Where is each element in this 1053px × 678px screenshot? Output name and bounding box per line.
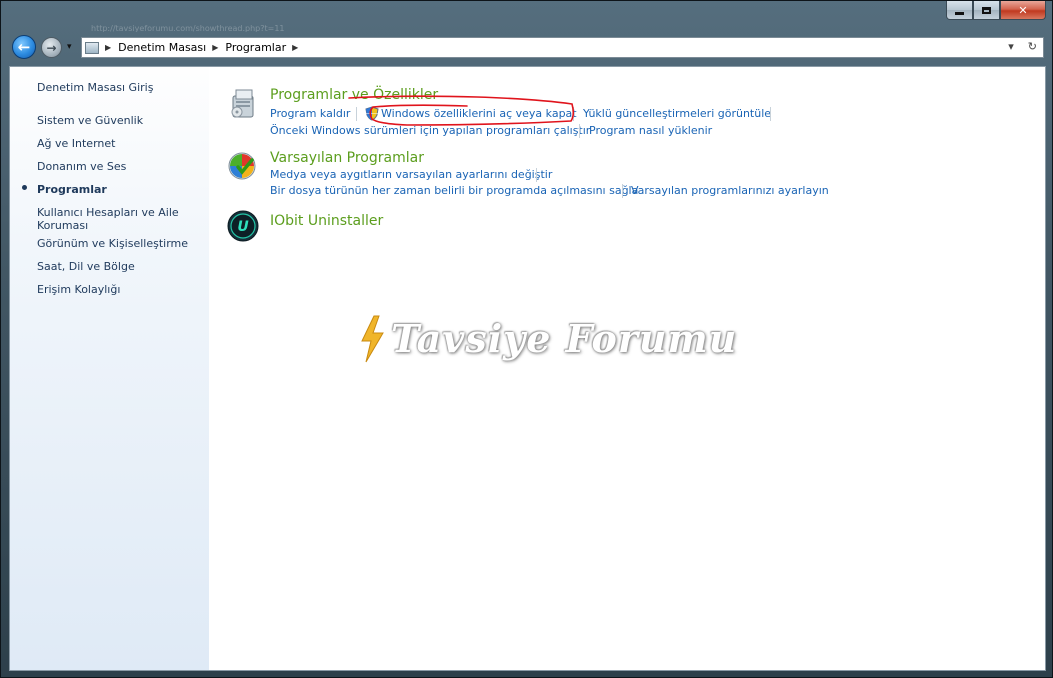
recent-pages-dropdown[interactable]: ▾ — [67, 42, 72, 52]
control-panel-icon — [85, 41, 99, 54]
back-button[interactable]: ← — [12, 35, 36, 59]
iobit-uninstaller-icon[interactable]: U — [227, 210, 259, 242]
refresh-icon[interactable]: ↻ — [1028, 40, 1037, 53]
sidebar-item-home[interactable]: Denetim Masası Giriş — [37, 81, 153, 94]
link-installed-updates[interactable]: Yüklü güncelleştirmeleri görüntüle — [583, 107, 771, 120]
arrow-right-icon: → — [46, 40, 57, 55]
category-title-iobit[interactable]: IObit Uninstaller — [270, 213, 383, 229]
main-panel: Programlar ve Özellikler Program kaldır … — [209, 67, 1045, 670]
forward-button[interactable]: → — [41, 37, 62, 58]
default-programs-icon[interactable] — [227, 151, 259, 183]
link-separator — [622, 184, 623, 198]
link-uninstall-program[interactable]: Program kaldır — [270, 107, 350, 120]
sidebar-item-accessibility[interactable]: Erişim Kolaylığı — [37, 283, 120, 296]
category-title-default-programs[interactable]: Varsayılan Programlar — [270, 150, 424, 166]
maximize-icon — [982, 6, 991, 14]
iobit-icon-letter: U — [237, 219, 249, 235]
close-button[interactable]: ✕ — [1000, 1, 1046, 20]
sidebar-item-appearance[interactable]: Görünüm ve Kişiselleştirme — [37, 237, 188, 250]
breadcrumb-programs[interactable]: Programlar — [225, 41, 286, 54]
selected-bullet-icon — [22, 185, 27, 190]
sidebar-item-programs[interactable]: Programlar — [37, 183, 107, 196]
caption-buttons: ✕ — [946, 1, 1046, 20]
content-pane: Denetim Masası Giriş Sistem ve Güvenlik … — [9, 66, 1046, 671]
close-icon: ✕ — [1018, 3, 1028, 17]
address-bar-controls: ▾ ↻ — [1008, 40, 1037, 53]
link-how-to-install[interactable]: Program nasıl yüklenir — [589, 124, 712, 137]
breadcrumb-chevron-icon[interactable]: ▶ — [105, 43, 111, 52]
programs-features-icon[interactable] — [227, 87, 259, 119]
maximize-button[interactable] — [973, 1, 1000, 20]
sidebar: Denetim Masası Giriş Sistem ve Güvenlik … — [10, 67, 209, 670]
link-file-association[interactable]: Bir dosya türünün her zaman belirli bir … — [270, 184, 638, 197]
sidebar-item-user-accounts[interactable]: Kullanıcı Hesapları ve Aile Koruması — [37, 206, 187, 232]
sidebar-item-system-security[interactable]: Sistem ve Güvenlik — [37, 114, 143, 127]
link-separator — [770, 107, 771, 121]
minimize-button[interactable] — [946, 1, 973, 20]
sidebar-item-hardware[interactable]: Donanım ve Ses — [37, 160, 126, 173]
breadcrumb-chevron-icon[interactable]: ▶ — [212, 43, 218, 52]
address-bar[interactable]: ▶ Denetim Masası ▶ Programlar ▶ ▾ ↻ — [81, 37, 1044, 58]
link-media-defaults[interactable]: Medya veya aygıtların varsayılan ayarlar… — [270, 168, 552, 181]
watermark-text: Tavsiye Forumu — [391, 316, 738, 361]
red-annotation-highlight — [348, 95, 575, 126]
breadcrumb-chevron-icon[interactable]: ▶ — [292, 43, 298, 52]
breadcrumb-control-panel[interactable]: Denetim Masası — [118, 41, 206, 54]
sidebar-item-clock-region[interactable]: Saat, Dil ve Bölge — [37, 260, 135, 273]
minimize-icon — [955, 11, 964, 15]
background-url-text: http://tavsiyeforumu.com/showthread.php?… — [91, 24, 285, 32]
arrow-left-icon: ← — [17, 38, 31, 56]
address-dropdown-icon[interactable]: ▾ — [1008, 40, 1014, 53]
sidebar-item-network[interactable]: Ağ ve Internet — [37, 137, 115, 150]
explorer-window: http://tavsiyeforumu.com/showthread.php?… — [0, 0, 1053, 678]
link-separator — [536, 168, 537, 182]
link-separator — [579, 124, 580, 138]
lightning-bolt-icon — [361, 315, 384, 363]
link-set-default-programs[interactable]: Varsayılan programlarınızı ayarlayın — [631, 184, 829, 197]
